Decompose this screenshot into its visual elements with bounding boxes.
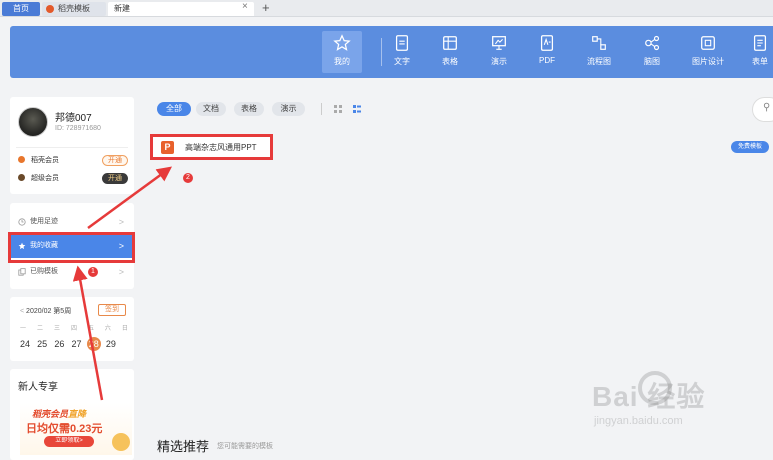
baidu-jingyan-watermark: Bai 经验 jingyan.baidu.com [592,371,705,427]
baidu-paw-icon [638,371,672,405]
watermark-sub: jingyan.baidu.com [594,415,683,427]
annotation-marker-1: 1 [88,267,98,277]
annotation-marker-2: 2 [183,173,193,183]
